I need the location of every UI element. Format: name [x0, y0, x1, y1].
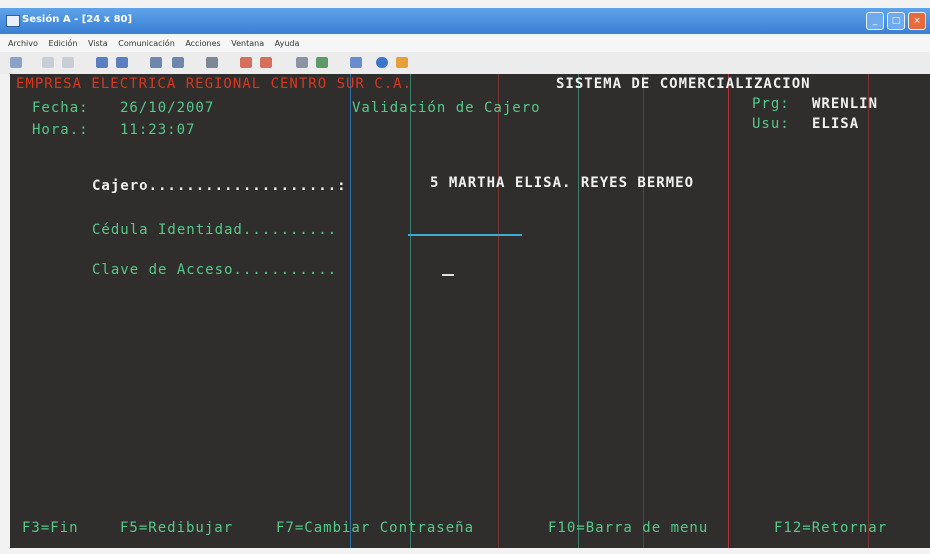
- fkey-f3[interactable]: F3=Fin: [22, 520, 79, 536]
- connect-icon[interactable]: [316, 57, 328, 68]
- time-value: 11:23:07: [120, 122, 196, 138]
- fkey-f5[interactable]: F5=Redibujar: [120, 520, 233, 536]
- menu-acciones[interactable]: Acciones: [185, 39, 220, 48]
- keyboard-icon[interactable]: [172, 57, 184, 68]
- record-icon[interactable]: [240, 57, 252, 68]
- system-name: SISTEMA DE COMERCIALIZACION: [556, 76, 811, 92]
- program-value: WRENLIN: [812, 96, 879, 112]
- time-label: Hora.:: [32, 122, 89, 138]
- user-value: ELISA: [812, 116, 860, 132]
- fkey-f7[interactable]: F7=Cambiar Contraseña: [276, 520, 474, 536]
- access-input-cursor[interactable]: [442, 274, 454, 276]
- menu-comunicacion[interactable]: Comunicación: [118, 39, 175, 48]
- menu-edicion[interactable]: Edición: [48, 39, 77, 48]
- display-icon[interactable]: [150, 57, 162, 68]
- window-titlebar: Sesión A - [24 x 80] _ □ ×: [0, 8, 930, 34]
- access-label: Clave de Acceso...........: [92, 262, 338, 278]
- copy-icon[interactable]: [42, 57, 54, 68]
- play-icon[interactable]: [260, 57, 272, 68]
- settings-icon[interactable]: [296, 57, 308, 68]
- macro-icon[interactable]: [206, 57, 218, 68]
- minimize-button[interactable]: _: [866, 12, 884, 30]
- menu-ventana[interactable]: Ventana: [231, 39, 264, 48]
- menu-ayuda[interactable]: Ayuda: [275, 39, 300, 48]
- screen-title: Validación de Cajero: [352, 100, 541, 116]
- maximize-button[interactable]: □: [887, 12, 905, 30]
- window-title: Sesión A - [24 x 80]: [22, 14, 133, 25]
- menu-vista[interactable]: Vista: [88, 39, 108, 48]
- user-label: Usu:: [752, 116, 790, 132]
- menu-bar: Archivo Edición Vista Comunicación Accio…: [0, 36, 930, 52]
- paste-icon[interactable]: [62, 57, 74, 68]
- terminal-screen[interactable]: EMPRESA ELECTRICA REGIONAL CENTRO SUR C.…: [10, 74, 930, 548]
- send-icon[interactable]: [96, 57, 108, 68]
- cashier-label: Cajero....................:: [92, 178, 347, 194]
- id-input-field[interactable]: [408, 234, 522, 236]
- print-icon[interactable]: [10, 57, 22, 68]
- fkey-f12[interactable]: F12=Retornar: [774, 520, 887, 536]
- date-label: Fecha:: [32, 100, 89, 116]
- cashier-value: 5 MARTHA ELISA. REYES BERMEO: [430, 175, 695, 191]
- terminal-app-icon: [6, 15, 20, 27]
- fkey-f10[interactable]: F10=Barra de menu: [548, 520, 708, 536]
- help-icon[interactable]: [350, 57, 362, 68]
- menu-archivo[interactable]: Archivo: [8, 39, 38, 48]
- close-button[interactable]: ×: [908, 12, 926, 30]
- toolbar: [0, 52, 930, 74]
- program-label: Prg:: [752, 96, 790, 112]
- company-name: EMPRESA ELECTRICA REGIONAL CENTRO SUR C.…: [16, 76, 413, 92]
- date-value: 26/10/2007: [120, 100, 215, 116]
- receive-icon[interactable]: [116, 57, 128, 68]
- edit-icon[interactable]: [396, 57, 408, 68]
- globe-icon[interactable]: [376, 57, 388, 68]
- id-label: Cédula Identidad..........: [92, 222, 338, 238]
- window-bottom-edge: [0, 548, 930, 554]
